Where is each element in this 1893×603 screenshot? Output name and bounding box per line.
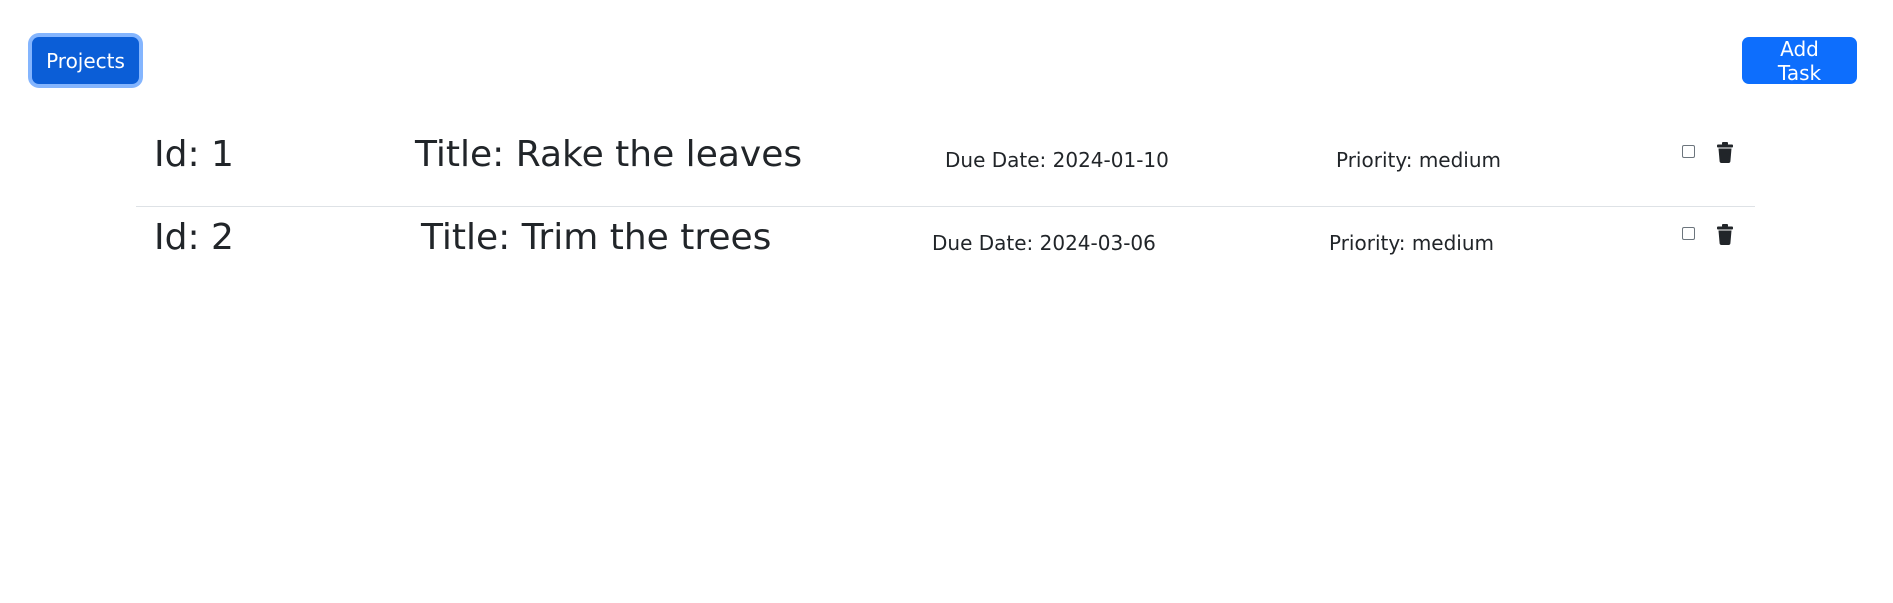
trash-icon[interactable] (1716, 142, 1734, 163)
task-complete-checkbox[interactable] (1682, 145, 1695, 158)
projects-button[interactable]: Projects (32, 37, 139, 84)
task-list-page: Projects Add Task Id: 1 Title: Rake the … (0, 0, 1893, 603)
task-due-date: Due Date: 2024-03-06 (932, 231, 1156, 255)
task-row: Id: 2 Title: Trim the trees Due Date: 20… (136, 207, 1755, 289)
task-complete-checkbox[interactable] (1682, 227, 1695, 240)
task-title: Title: Rake the leaves (415, 134, 803, 175)
trash-icon[interactable] (1716, 224, 1734, 245)
add-task-button[interactable]: Add Task (1742, 37, 1857, 85)
task-priority: Priority: medium (1336, 148, 1502, 172)
task-priority: Priority: medium (1329, 231, 1495, 255)
task-title: Title: Trim the trees (421, 217, 772, 258)
task-id: Id: 1 (154, 134, 234, 175)
task-due-date: Due Date: 2024-01-10 (945, 148, 1169, 172)
task-id: Id: 2 (154, 217, 234, 258)
task-row: Id: 1 Title: Rake the leaves Due Date: 2… (136, 124, 1755, 207)
